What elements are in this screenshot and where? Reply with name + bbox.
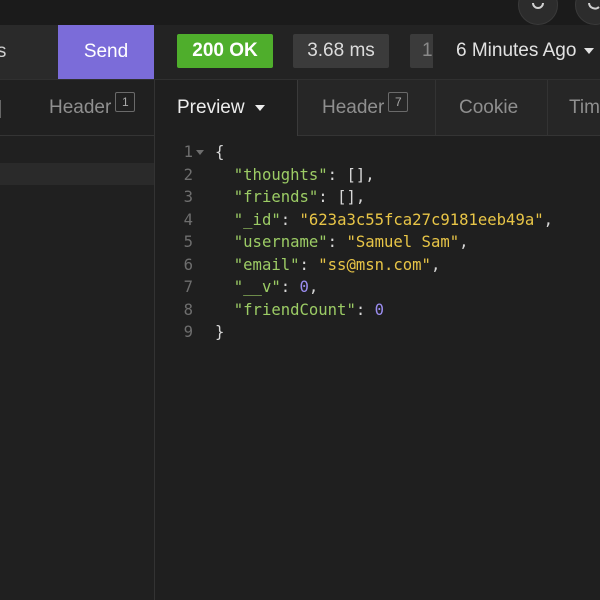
- comma: ,: [430, 255, 441, 274]
- line-number: 7: [183, 278, 193, 296]
- colon: :: [280, 210, 300, 229]
- code-text: "_id": "623a3c55fca27c9181eeb49a",: [215, 209, 553, 232]
- line-number: 9: [183, 323, 193, 341]
- json-key: "friendCount": [233, 300, 356, 319]
- tab-request-header[interactable]: Header 1: [49, 80, 136, 135]
- request-tabs: Header 1: [0, 80, 154, 136]
- json-key: "username": [233, 233, 328, 251]
- line-number: 2: [183, 165, 193, 184]
- sync-icon: [588, 3, 600, 10]
- response-time-badge: 3.68 ms: [293, 34, 389, 68]
- header-count-badge: 1: [115, 92, 136, 112]
- tab-divider: [547, 80, 548, 135]
- code-text: "friends": [],: [215, 186, 365, 209]
- fold-arrow-icon[interactable]: [196, 150, 204, 155]
- json-value: []: [337, 188, 356, 206]
- code-line: 9}: [155, 321, 600, 344]
- code-line: 5 "username": "Samuel Sam",: [155, 231, 600, 254]
- tab-divider: [435, 80, 436, 135]
- tab-cookie[interactable]: Cookie: [459, 80, 518, 135]
- json-value: 0: [374, 300, 385, 319]
- tab-label: Preview: [177, 97, 245, 118]
- brace: }: [215, 323, 225, 341]
- code-text: "email": "ss@msn.com",: [215, 254, 441, 277]
- response-size-badge: 1: [410, 34, 433, 68]
- line-number: 6: [183, 255, 193, 274]
- chevron-down-icon: [584, 47, 595, 54]
- line-number: 8: [183, 300, 193, 319]
- line-number: 3: [183, 188, 193, 206]
- colon: :: [355, 300, 375, 319]
- json-value: "623a3c55fca27c9181eeb49a": [299, 210, 544, 229]
- code-line: 7 "__v": 0,: [155, 276, 600, 299]
- comma: ,: [355, 188, 366, 206]
- status-badge: 200 OK: [177, 34, 273, 68]
- response-tabs: Preview Header 7 Cookie Tim: [155, 80, 600, 136]
- code-text: "__v": 0,: [215, 276, 319, 299]
- response-body-viewer[interactable]: 1{2 "thoughts": [], 3 "friends": [], 4 "_i…: [155, 140, 600, 600]
- code-line: 1{: [155, 141, 600, 164]
- code-text: "username": "Samuel Sam",: [215, 231, 469, 254]
- colon: :: [280, 278, 300, 296]
- json-key: "email": [233, 255, 300, 274]
- tab-label: Header: [322, 97, 385, 118]
- code-line: 2 "thoughts": [],: [155, 164, 600, 187]
- colon: :: [299, 255, 319, 274]
- code-line: 3 "friends": [],: [155, 186, 600, 209]
- header-row[interactable]: [0, 163, 154, 185]
- code-text: "friendCount": 0: [215, 299, 384, 322]
- json-value: "ss@msn.com": [318, 255, 431, 274]
- code-line: 4 "_id": "623a3c55fca27c9181eeb49a",: [155, 209, 600, 232]
- chevron-down-icon: [254, 104, 265, 111]
- json-key: "__v": [233, 278, 281, 296]
- line-number: 1: [183, 143, 193, 161]
- send-button[interactable]: Send: [58, 25, 154, 79]
- json-value: []: [346, 165, 366, 184]
- json-value: 0: [299, 278, 309, 296]
- json-key: "friends": [233, 188, 319, 206]
- line-number: 4: [183, 210, 193, 229]
- code-line: 6 "email": "ss@msn.com",: [155, 254, 600, 277]
- comma: ,: [459, 233, 469, 251]
- json-value: "Samuel Sam": [346, 233, 460, 251]
- json-key: "thoughts": [233, 165, 328, 184]
- tab-preview[interactable]: Preview: [155, 80, 298, 136]
- app-window: ers Send 200 OK 3.68 ms 1 6 Minutes Ago …: [0, 0, 600, 600]
- colon: :: [327, 165, 347, 184]
- request-pane: Header 1: [0, 80, 155, 600]
- code-text: {: [215, 141, 224, 164]
- history-label: 6 Minutes Ago: [456, 40, 577, 61]
- comma: ,: [543, 210, 554, 229]
- sync-button[interactable]: [575, 0, 600, 25]
- params-tab[interactable]: ers: [0, 25, 58, 79]
- gear-icon: [532, 3, 544, 9]
- response-history-dropdown[interactable]: 6 Minutes Ago: [456, 34, 595, 68]
- brace: {: [215, 143, 225, 161]
- json-key: "_id": [233, 210, 281, 229]
- code-line: 8 "friendCount": 0: [155, 299, 600, 322]
- request-bar: ers Send 200 OK 3.68 ms 1 6 Minutes Ago: [0, 25, 600, 80]
- tab-label: Header: [49, 97, 112, 118]
- comma: ,: [308, 278, 319, 296]
- header-count-badge: 7: [388, 92, 409, 112]
- code-text: "thoughts": [],: [215, 164, 375, 187]
- colon: :: [327, 233, 347, 251]
- tab-response-header[interactable]: Header 7: [322, 80, 409, 135]
- tab-divider: [0, 100, 1, 118]
- comma: ,: [365, 165, 375, 184]
- tab-timeline[interactable]: Tim: [569, 80, 600, 135]
- top-toolbar: [0, 0, 600, 26]
- line-number: 5: [183, 233, 193, 251]
- code-text: }: [215, 321, 224, 344]
- settings-button[interactable]: [518, 0, 558, 25]
- colon: :: [318, 188, 338, 206]
